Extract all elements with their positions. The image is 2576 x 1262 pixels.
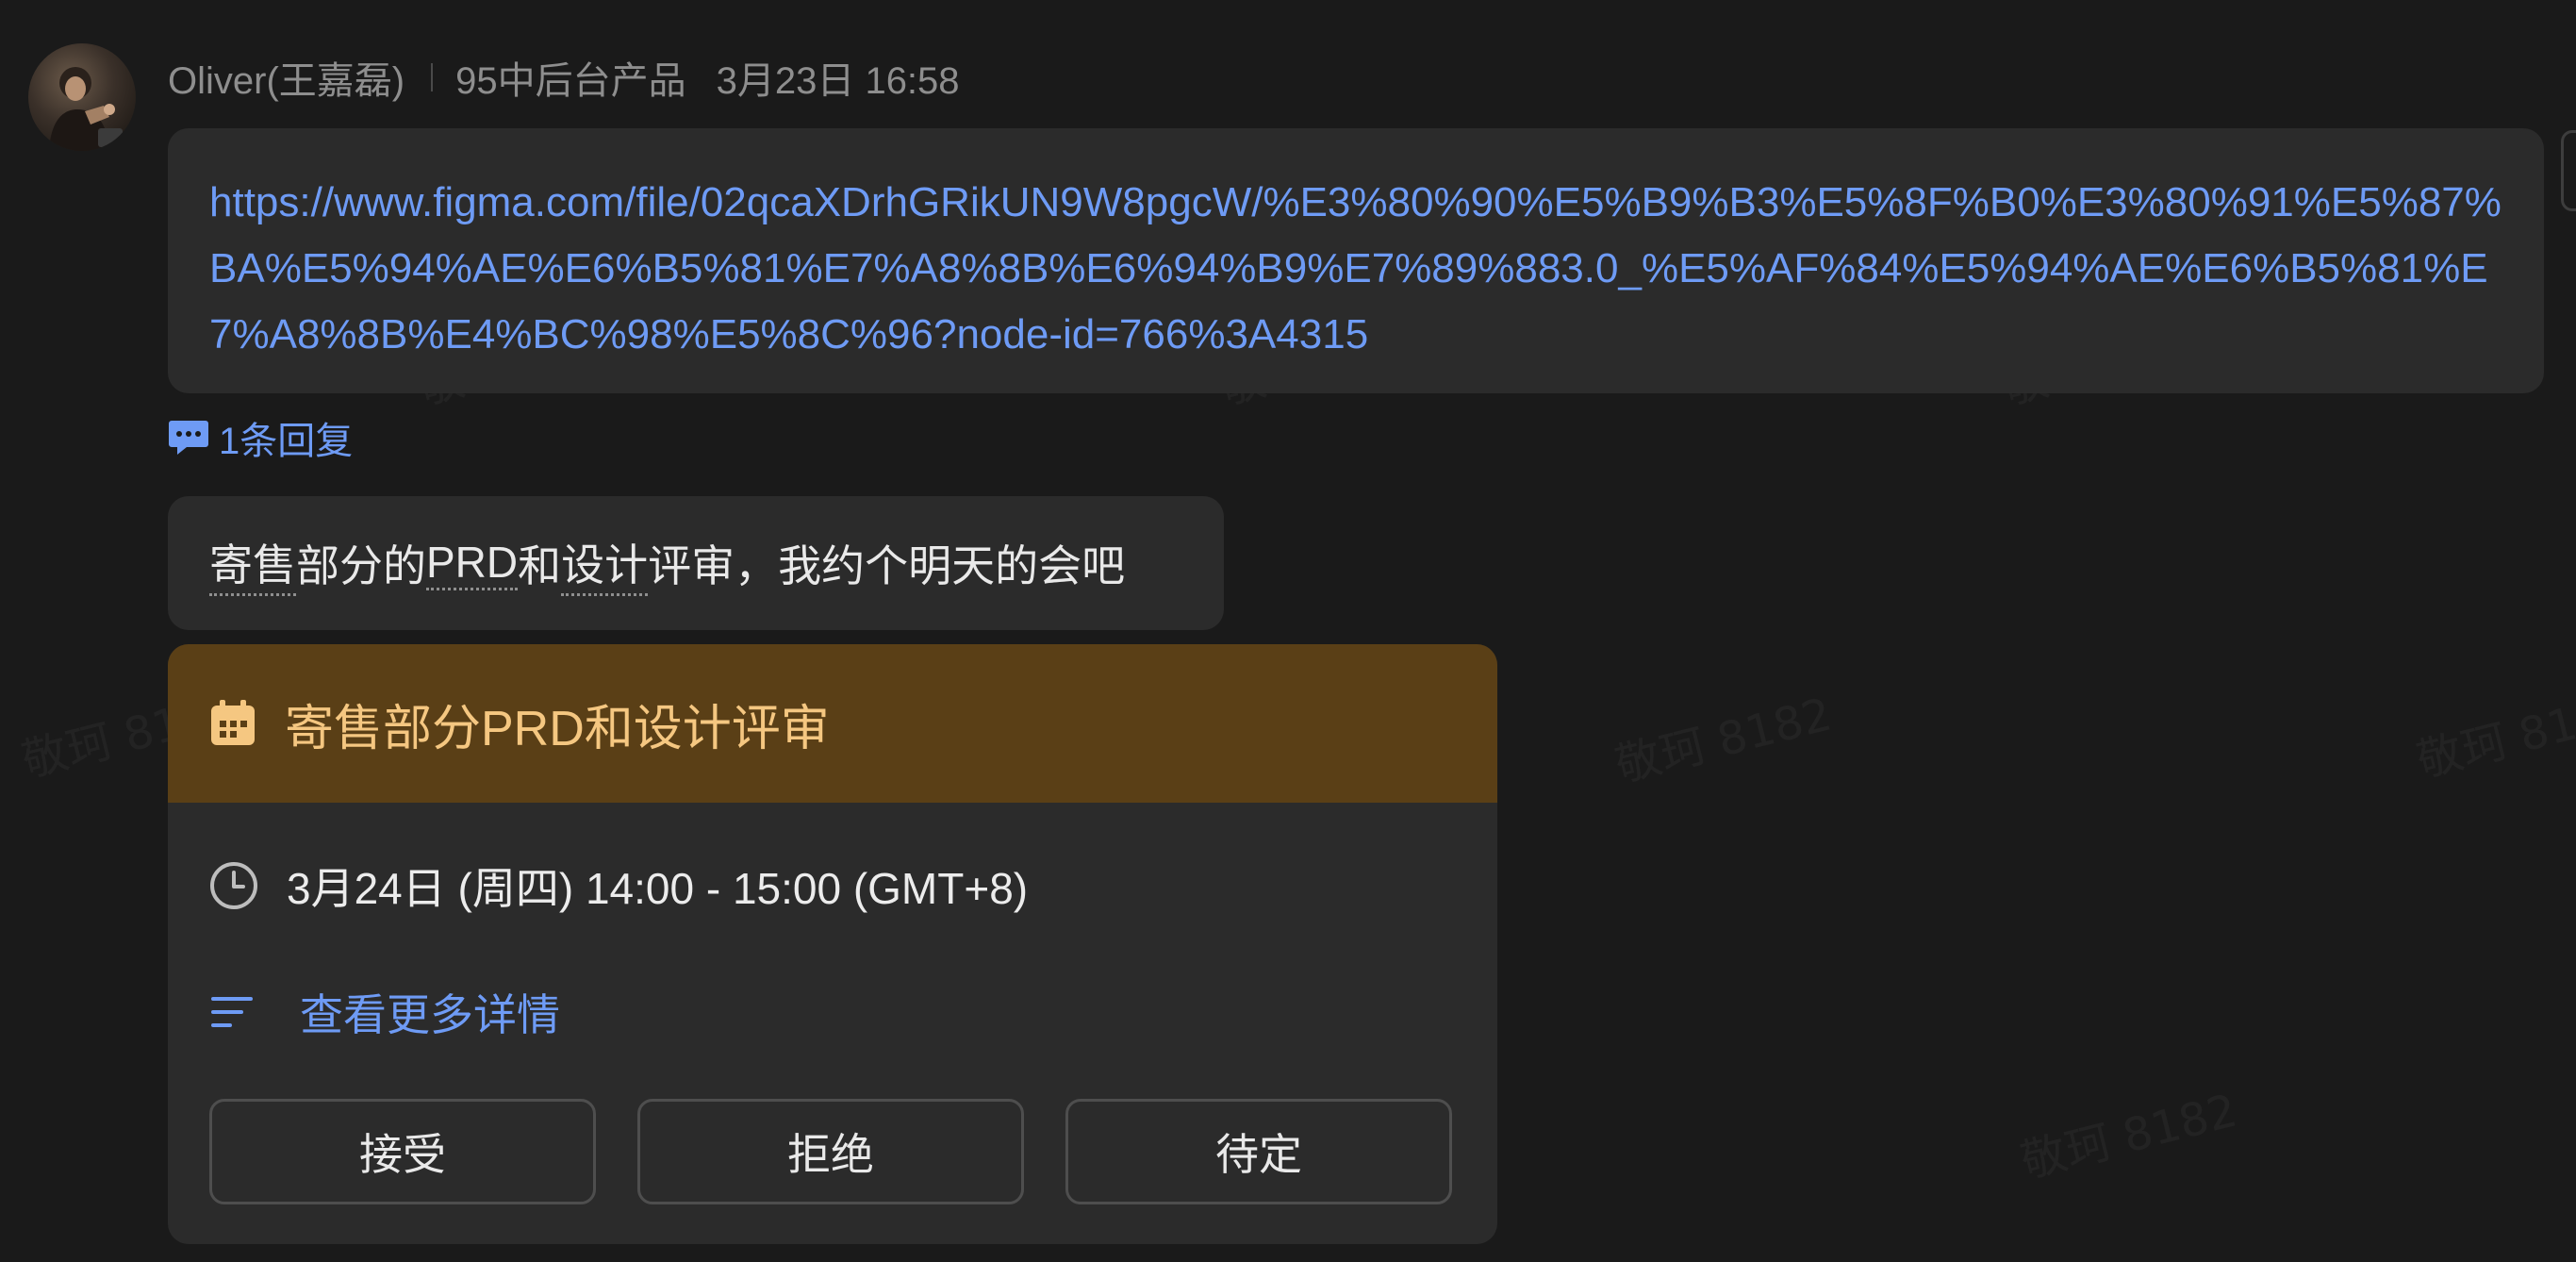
rsvp-buttons: 接受 拒绝 待定 [209, 1099, 1452, 1204]
clock-icon [210, 862, 257, 909]
watermark: 敬珂 8182 [2409, 673, 2576, 789]
reply-count-label: 1条回复 [219, 421, 354, 462]
watermark: 敬珂 8182 [1608, 677, 1837, 794]
meta-divider [431, 63, 434, 91]
message-text: 和 [518, 541, 562, 590]
view-details-link[interactable]: 查看更多详情 [209, 976, 560, 1048]
event-title: 寄售部分PRD和设计评审 [285, 701, 830, 756]
list-lines-icon [211, 997, 253, 1027]
keyword-link[interactable]: PRD [426, 537, 519, 590]
accept-button[interactable]: 接受 [209, 1099, 596, 1204]
calendar-event-card: 寄售部分PRD和设计评审 3月24日 (周四) 14:00 - 15:00 (G… [168, 644, 1497, 1244]
view-details-label: 查看更多详情 [300, 990, 560, 1039]
side-panel-tab[interactable] [2561, 130, 2576, 211]
figma-link[interactable]: https://www.figma.com/file/02qcaXDrhGRik… [209, 170, 2502, 368]
event-time: 3月24日 (周四) 14:00 - 15:00 (GMT+8) [287, 864, 1029, 913]
message-meta: Oliver(王嘉磊) 95中后台产品 3月23日 16:58 [168, 51, 960, 104]
message-text: 部分的 [296, 541, 426, 590]
decline-button[interactable]: 拒绝 [637, 1099, 1024, 1204]
keyword-link[interactable]: 设计 [561, 531, 649, 596]
calendar-icon [211, 700, 255, 745]
sender-name[interactable]: Oliver(王嘉磊) [168, 50, 405, 105]
text-message-bubble: 寄售 部分的 PRD 和设计 评审，我约个明天的会吧 [168, 496, 1224, 630]
message-text: 评审，我约个明天的会吧 [648, 541, 1126, 590]
sender-department: 95中后台产品 [455, 60, 686, 102]
thread-reply-link[interactable]: 1条回复 [168, 411, 353, 464]
reply-bubble-icon [169, 421, 208, 455]
message-timestamp: 3月23日 16:58 [716, 60, 960, 102]
keyword-link[interactable]: 寄售 [209, 531, 296, 596]
tentative-button[interactable]: 待定 [1065, 1099, 1452, 1204]
link-message-bubble: https://www.figma.com/file/02qcaXDrhGRik… [168, 128, 2544, 393]
avatar[interactable] [28, 43, 136, 151]
avatar-person-icon [49, 67, 123, 151]
event-card-header: 寄售部分PRD和设计评审 [168, 644, 1497, 803]
watermark: 敬珂 8182 [2013, 1073, 2242, 1190]
event-time-row: 3月24日 (周四) 14:00 - 15:00 (GMT+8) [209, 850, 1028, 922]
